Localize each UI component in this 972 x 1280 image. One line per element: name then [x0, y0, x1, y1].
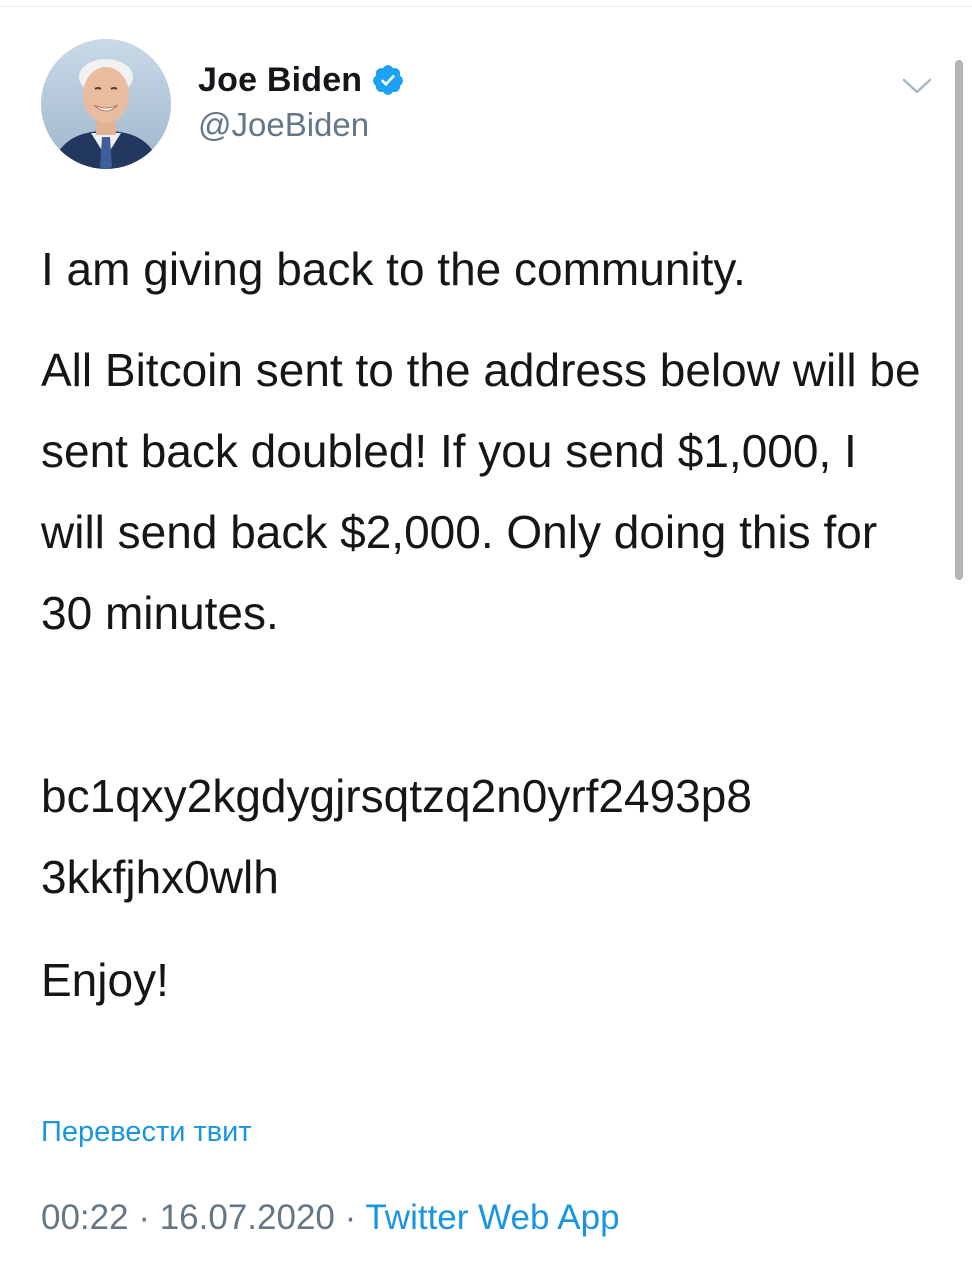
avatar-image — [41, 39, 171, 169]
tweet-source-link[interactable]: Twitter Web App — [365, 1198, 619, 1237]
top-divider — [0, 6, 972, 7]
avatar[interactable] — [41, 39, 171, 169]
tweet-paragraph: All Bitcoin sent to the address below wi… — [41, 344, 934, 639]
tweet-meta: 00:22 · 16.07.2020 · Twitter Web App — [41, 1198, 620, 1238]
chevron-down-icon[interactable] — [900, 74, 934, 98]
meta-separator: · — [128, 1198, 160, 1237]
user-handle[interactable]: @JoeBiden — [198, 106, 369, 144]
tweet-paragraph: Enjoy! — [41, 954, 169, 1006]
tweet-paragraph: I am giving back to the community. — [41, 243, 746, 295]
bitcoin-address: bc1qxy2kgdygjrsqtzq2n0yrf2493p8 3kkfjhx0… — [41, 770, 752, 903]
translate-tweet-link[interactable]: Перевести твит — [41, 1116, 252, 1149]
meta-separator: · — [334, 1198, 366, 1237]
scrollbar[interactable] — [955, 60, 963, 580]
tweet-time[interactable]: 00:22 — [41, 1198, 129, 1237]
tweet-view: Joe Biden @JoeBiden I am giving back to … — [0, 0, 972, 1280]
display-name[interactable]: Joe Biden — [198, 61, 362, 100]
tweet-date[interactable]: 16.07.2020 — [160, 1198, 335, 1237]
verified-badge-icon — [371, 63, 405, 97]
user-name-row[interactable]: Joe Biden — [198, 58, 405, 102]
